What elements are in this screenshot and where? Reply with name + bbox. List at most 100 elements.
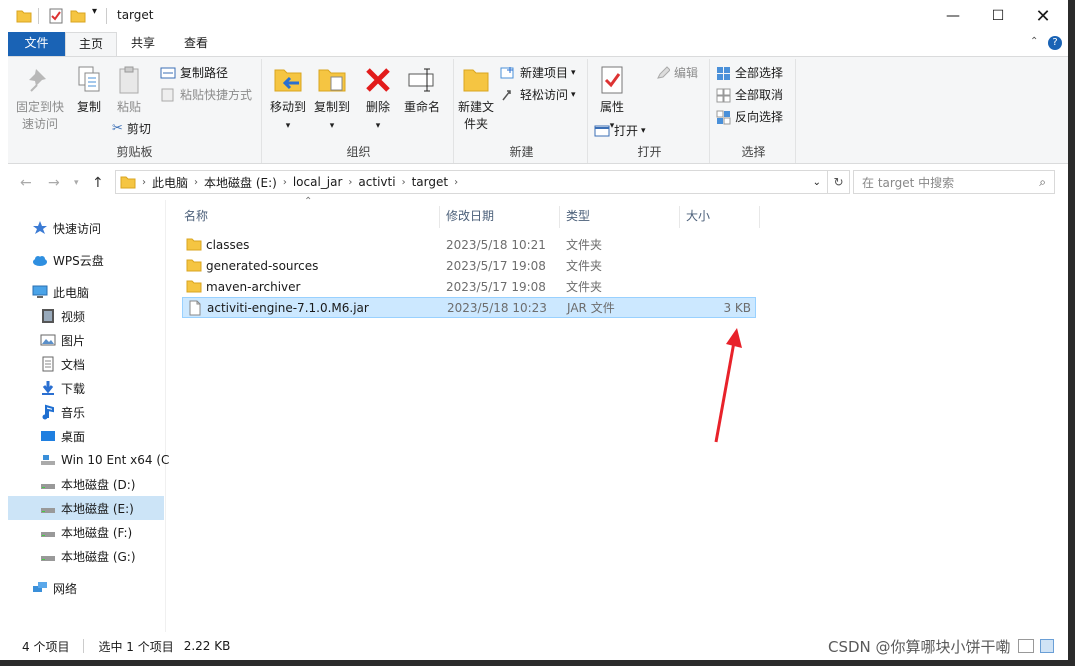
open-button[interactable]: 打开 ▾ — [594, 121, 646, 141]
file-row-maven-archiver[interactable]: maven-archiver 2023/5/17 19:08 文件夹 — [182, 276, 756, 297]
back-button[interactable]: ← — [20, 175, 32, 191]
file-row-activiti-engine-jar[interactable]: activiti-engine-7.1.0.M6.jar 2023/5/18 1… — [182, 297, 756, 318]
properties-icon[interactable] — [48, 8, 64, 24]
details-view-icon[interactable] — [1018, 639, 1034, 653]
invert-selection-button[interactable]: 反向选择 — [716, 107, 783, 127]
search-icon: ⌕ — [1039, 174, 1046, 189]
folder-icon — [120, 176, 136, 189]
cut-button[interactable]: ✂ 剪切 — [112, 119, 151, 139]
large-icons-view-icon[interactable] — [1040, 639, 1054, 653]
recent-locations-button[interactable]: ▾ — [74, 178, 79, 188]
copy-to-button[interactable]: 复制到 ▾ — [310, 65, 354, 135]
copy-path-button[interactable]: 复制路径 — [160, 63, 228, 83]
new-item-button[interactable]: 新建项目 ▾ — [500, 63, 576, 83]
column-header-name[interactable]: 名称 — [178, 206, 440, 228]
annotation-arrow-icon — [714, 328, 742, 443]
folder-icon — [186, 280, 202, 293]
system-drive-icon — [41, 455, 55, 465]
pin-button[interactable]: 固定到快速访问 — [12, 65, 68, 133]
file-row-classes[interactable]: classes 2023/5/18 10:21 文件夹 — [182, 234, 756, 255]
sidebar-item-videos[interactable]: 视频 — [8, 304, 164, 328]
sidebar-item-drive-e[interactable]: 本地磁盘 (E:) — [8, 496, 164, 520]
sidebar-item-pictures[interactable]: 图片 — [8, 328, 164, 352]
sidebar-item-downloads[interactable]: 下载 — [8, 376, 164, 400]
breadcrumb-target[interactable]: target — [406, 175, 455, 189]
sidebar-item-documents[interactable]: 文档 — [8, 352, 164, 376]
address-dropdown-icon[interactable]: ⌄ — [813, 177, 821, 188]
document-icon — [42, 356, 54, 372]
select-group: 全部选择 全部取消 反向选择 选择 — [712, 59, 796, 163]
new-item-icon — [500, 67, 514, 79]
new-folder-button[interactable]: 新建文件夹 — [456, 65, 496, 133]
copy-button[interactable]: 复制 — [70, 65, 108, 116]
forward-button[interactable]: → — [48, 175, 60, 191]
breadcrumb-drive-e[interactable]: 本地磁盘 (E:) — [198, 174, 283, 191]
tab-file[interactable]: 文件 — [8, 32, 65, 56]
new-group: 新建文件夹 新建项目 ▾ 轻松访问 ▾ 新建 — [456, 59, 588, 163]
video-icon — [42, 309, 54, 323]
ribbon-tabs: 文件 主页 共享 查看 ⌃ ? — [0, 32, 1068, 57]
item-count: 4 个项目 — [22, 639, 70, 654]
collapse-ribbon-icon[interactable]: ⌃ — [1030, 36, 1038, 47]
refresh-icon[interactable]: ↻ — [827, 171, 849, 193]
breadcrumb-this-pc[interactable]: 此电脑 — [146, 174, 194, 191]
invert-selection-icon — [716, 110, 731, 124]
easy-access-button[interactable]: 轻松访问 ▾ — [500, 85, 576, 105]
sidebar-item-desktop[interactable]: 桌面 — [8, 424, 164, 448]
tab-view[interactable]: 查看 — [170, 32, 222, 56]
star-icon — [33, 221, 47, 234]
column-header-type[interactable]: 类型 — [560, 206, 680, 228]
column-header-date[interactable]: 修改日期 — [440, 206, 560, 228]
minimize-button[interactable]: — — [930, 0, 976, 32]
paste-icon — [119, 66, 139, 94]
pin-icon — [29, 69, 46, 92]
computer-icon — [32, 285, 48, 298]
easy-access-icon — [502, 90, 511, 101]
maximize-button[interactable]: ☐ — [975, 0, 1021, 32]
music-icon — [42, 404, 54, 420]
search-input[interactable]: 在 target 中搜索 ⌕ — [853, 170, 1055, 194]
help-icon[interactable]: ? — [1048, 36, 1062, 50]
selection-count: 选中 1 个项目 — [98, 639, 174, 654]
rename-button[interactable]: 重命名 — [400, 65, 444, 116]
sidebar-item-drive-c[interactable]: Win 10 Ent x64 (C — [8, 448, 169, 472]
column-header-size[interactable]: 大小 — [680, 206, 760, 228]
copy-path-icon — [160, 67, 176, 79]
edit-button[interactable]: 编辑 — [656, 63, 698, 83]
tab-home[interactable]: 主页 — [65, 32, 117, 57]
sidebar-item-music[interactable]: 音乐 — [8, 400, 164, 424]
cloud-icon — [33, 256, 47, 266]
download-icon — [42, 381, 54, 395]
breadcrumb-local-jar[interactable]: local_jar — [287, 175, 349, 189]
sidebar-item-this-pc[interactable]: 此电脑 — [8, 280, 164, 304]
delete-button[interactable]: 删除 ▾ — [362, 65, 394, 135]
select-group-label: 选择 — [741, 145, 766, 159]
organize-group-label: 组织 — [346, 145, 371, 159]
sidebar-item-wps-cloud[interactable]: WPS云盘 — [8, 248, 164, 272]
breadcrumb-activti[interactable]: activti — [352, 175, 401, 189]
sidebar-item-quick-access[interactable]: 快速访问 — [8, 216, 164, 240]
desktop-icon — [41, 431, 55, 441]
sidebar-item-drive-g[interactable]: 本地磁盘 (G:) — [8, 544, 164, 568]
picture-icon — [40, 334, 56, 346]
move-to-button[interactable]: 移动到 ▾ — [266, 65, 310, 135]
sidebar-item-drive-d[interactable]: 本地磁盘 (D:) — [8, 472, 164, 496]
file-row-generated-sources[interactable]: generated-sources 2023/5/17 19:08 文件夹 — [182, 255, 756, 276]
sidebar-item-network[interactable]: 网络 — [8, 576, 164, 600]
customize-quick-access-icon[interactable]: ▾ — [92, 6, 97, 17]
copy-icon — [78, 66, 100, 92]
address-bar[interactable]: › 此电脑 › 本地磁盘 (E:) › local_jar › activti … — [115, 170, 850, 194]
tab-share[interactable]: 共享 — [118, 32, 168, 56]
paste-shortcut-button[interactable]: 粘贴快捷方式 — [160, 85, 252, 105]
watermark: CSDN @你算哪块小饼干嘞 — [828, 638, 1011, 656]
close-button[interactable]: ✕ — [1020, 0, 1066, 32]
scissors-icon: ✂ — [112, 121, 123, 136]
open-icon — [594, 125, 610, 137]
new-folder-icon[interactable] — [70, 8, 86, 24]
sidebar-item-drive-f[interactable]: 本地磁盘 (F:) — [8, 520, 164, 544]
select-none-button[interactable]: 全部取消 — [716, 85, 783, 105]
select-all-button[interactable]: 全部选择 — [716, 63, 783, 83]
navigation-pane: 快速访问 WPS云盘 此电脑 视频 图片 文档 下载 音乐 桌面 Win 10 … — [8, 200, 169, 632]
up-button[interactable]: ↑ — [92, 175, 104, 191]
paste-button[interactable]: 粘贴 — [110, 65, 148, 116]
